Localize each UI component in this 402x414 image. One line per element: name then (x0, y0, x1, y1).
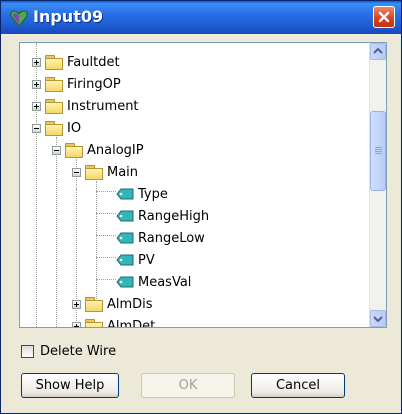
scroll-thumb[interactable] (370, 111, 386, 191)
tree-node-faultdet[interactable]: Faultdet (32, 51, 120, 73)
expand-plus-icon[interactable] (32, 101, 41, 111)
heart-app-icon (9, 8, 29, 28)
tree-node-label: AnalogIP (87, 142, 144, 158)
cancel-button[interactable]: Cancel (251, 373, 345, 398)
show-help-button[interactable]: Show Help (21, 373, 119, 398)
tree-node-type[interactable]: Type (116, 183, 168, 205)
folder-icon (45, 55, 63, 70)
tag-icon (116, 276, 134, 288)
tree-node-label: AlmDet (107, 318, 156, 328)
tree-node-main[interactable]: Main (72, 161, 138, 183)
ok-button[interactable]: OK (141, 373, 235, 398)
tree-view[interactable]: Faultdet FiringOP Instrument IO AnalogIP (19, 42, 387, 328)
expand-plus-icon[interactable] (72, 321, 81, 327)
tree-node-pv[interactable]: PV (116, 249, 155, 271)
tree-node-label: Type (138, 186, 168, 202)
tree-node-label: FiringOP (67, 76, 121, 92)
tree-node-io[interactable]: IO (32, 117, 81, 139)
collapse-minus-icon[interactable] (32, 123, 41, 133)
tag-icon (116, 188, 134, 200)
collapse-minus-icon[interactable] (72, 167, 81, 177)
expand-plus-icon[interactable] (32, 57, 41, 67)
tree-node-rangelow[interactable]: RangeLow (116, 227, 205, 249)
tag-icon (116, 210, 134, 222)
tree-node-label: RangeLow (138, 230, 205, 246)
tree-node-label: MeasVal (138, 274, 192, 290)
tag-icon (116, 254, 134, 266)
delete-wire-option[interactable]: Delete Wire (21, 344, 116, 359)
chevron-down-icon (373, 316, 383, 323)
close-icon (378, 11, 390, 23)
dialog-window: Input09 Faultdet FiringOP Instrument IO … (0, 0, 402, 414)
folder-icon (45, 77, 63, 92)
tree-node-firingop[interactable]: FiringOP (32, 73, 121, 95)
tree-node-label: PV (138, 252, 155, 268)
tree-node-label: Main (107, 164, 139, 180)
tree-content: Faultdet FiringOP Instrument IO AnalogIP (20, 43, 368, 327)
tag-icon (116, 232, 134, 244)
tree-node-almdet[interactable]: AlmDet (72, 315, 156, 328)
folder-icon (85, 297, 103, 312)
tree-node-label: Instrument (67, 98, 139, 114)
tree-node-analogip[interactable]: AnalogIP (52, 139, 144, 161)
vertical-scrollbar[interactable] (369, 43, 386, 327)
folder-icon (85, 319, 103, 327)
tree-node-label: Faultdet (67, 54, 120, 70)
folder-icon (85, 165, 103, 180)
folder-icon (45, 121, 63, 136)
folder-icon (65, 143, 83, 158)
tree-node-label: AlmDis (107, 296, 153, 312)
tree-node-instrument[interactable]: Instrument (32, 95, 139, 117)
scroll-down-button[interactable] (370, 310, 386, 327)
tree-node-almdis[interactable]: AlmDis (72, 293, 153, 315)
tree-node-label: RangeHigh (138, 208, 210, 224)
delete-wire-checkbox[interactable] (21, 345, 34, 358)
tree-node-rangehigh[interactable]: RangeHigh (116, 205, 209, 227)
expand-plus-icon[interactable] (32, 79, 41, 89)
delete-wire-label: Delete Wire (40, 344, 117, 359)
window-title: Input09 (33, 7, 104, 26)
tree-node-label: IO (67, 120, 82, 136)
expand-plus-icon[interactable] (72, 299, 81, 309)
chevron-up-icon (373, 47, 383, 54)
collapse-minus-icon[interactable] (52, 145, 61, 155)
title-bar[interactable]: Input09 (1, 1, 401, 34)
folder-icon (45, 99, 63, 114)
close-button[interactable] (373, 6, 395, 28)
scroll-up-button[interactable] (370, 43, 386, 60)
tree-node-measval[interactable]: MeasVal (116, 271, 191, 293)
